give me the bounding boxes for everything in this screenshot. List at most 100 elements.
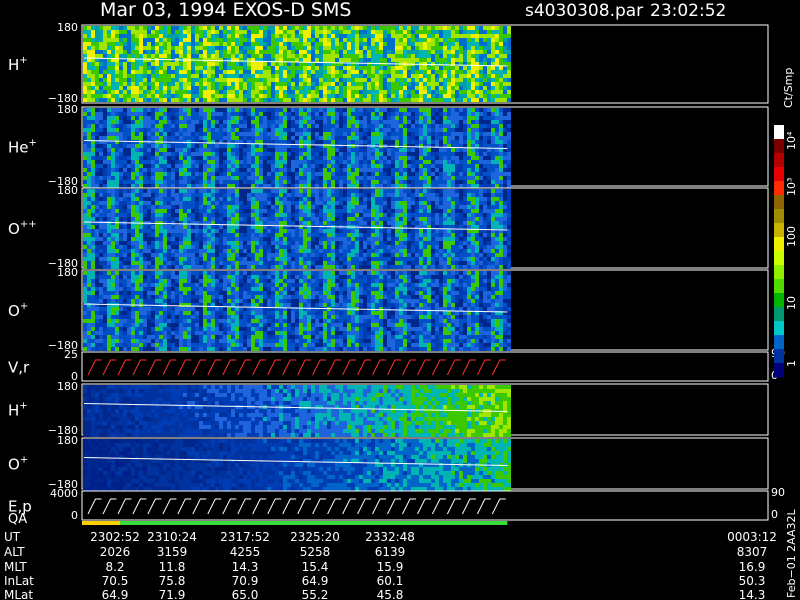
spectrogram-cell	[155, 136, 159, 140]
spectrogram-cell	[363, 54, 367, 58]
spectrogram-cell	[287, 30, 291, 34]
spectrogram-cell	[335, 74, 339, 78]
spectrogram-cell	[423, 26, 427, 30]
spectrogram-cell	[175, 237, 179, 241]
spectrogram-cell	[195, 70, 199, 74]
spectrogram-cell	[111, 217, 115, 221]
spectrogram-cell	[431, 82, 435, 86]
spectrogram-cell	[235, 42, 239, 46]
spectrogram-cell	[275, 116, 279, 120]
spectrogram-cell	[203, 128, 207, 132]
spectrogram-cell	[139, 124, 143, 128]
spectrogram-cell	[263, 74, 267, 78]
spectrogram-cell	[231, 86, 235, 90]
spectrogram-cell	[111, 78, 115, 82]
spectrogram-cell	[399, 132, 403, 136]
spectrogram-cell	[199, 30, 203, 34]
spectrogram-cell	[183, 112, 187, 116]
spectrogram-cell	[443, 140, 447, 144]
spectrogram-cell	[135, 74, 139, 78]
spectrogram-cell	[383, 90, 387, 94]
spectrogram-cell	[235, 136, 239, 140]
spectrogram-cell	[107, 201, 111, 205]
spectrogram-cell	[299, 58, 303, 62]
spectrogram-cell	[379, 86, 383, 90]
spectrogram-cell	[91, 237, 95, 241]
spectrogram-cell	[183, 62, 187, 66]
spectrogram-cell	[179, 116, 183, 120]
spectrogram-cell	[267, 144, 271, 148]
spectrogram-cell	[87, 217, 91, 221]
spectrogram-cell	[135, 46, 139, 50]
spectrogram-cell	[95, 112, 99, 116]
spectrogram-cell	[231, 66, 235, 70]
spectrogram-cell	[195, 50, 199, 54]
spectrogram-cell	[251, 46, 255, 50]
spectrogram-cell	[131, 209, 135, 213]
spectrogram-cell	[399, 164, 403, 168]
spectrogram-cell	[187, 136, 191, 140]
spectrogram-cell	[95, 30, 99, 34]
spectrogram-cell	[103, 70, 107, 74]
spectrogram-cell	[355, 78, 359, 82]
spectrogram-cell	[227, 42, 231, 46]
spectrogram-cell	[127, 112, 131, 116]
spectrogram-cell	[503, 82, 507, 86]
spectrogram-cell	[235, 90, 239, 94]
spectrogram-cell	[115, 54, 119, 58]
spectrogram-cell	[175, 128, 179, 132]
spectrogram-cell	[439, 128, 443, 132]
spectrogram-cell	[323, 66, 327, 70]
spectrogram-cell	[391, 98, 395, 102]
spectrogram-cell	[99, 70, 103, 74]
spectrogram-cell	[319, 58, 323, 62]
spectrogram-cell	[191, 213, 195, 217]
spectrogram-cell	[199, 189, 203, 193]
spectrogram-cell	[431, 124, 435, 128]
spectrogram-cell	[375, 34, 379, 38]
spectrogram-cell	[199, 164, 203, 168]
spectrogram-cell	[99, 66, 103, 70]
spectrogram-cell	[123, 148, 127, 152]
spectrogram-cell	[419, 184, 423, 188]
spectrogram-cell	[407, 120, 411, 124]
spectrogram-cell	[307, 70, 311, 74]
spectrogram-cell	[475, 34, 479, 38]
spectrogram-cell	[223, 164, 227, 168]
spectrogram-cell	[279, 160, 283, 164]
spectrogram-cell	[411, 156, 415, 160]
spectrogram-cell	[231, 225, 235, 229]
spectrogram-cell	[203, 94, 207, 98]
spectrogram-cell	[139, 34, 143, 38]
spectrogram-cell	[231, 213, 235, 217]
spectrogram-cell	[463, 58, 467, 62]
spectrogram-cell	[187, 128, 191, 132]
spectrogram-cell	[247, 136, 251, 140]
spectrogram-cell	[131, 176, 135, 180]
spectrogram-cell	[207, 164, 211, 168]
spectrogram-cell	[319, 176, 323, 180]
spectrogram-cell	[155, 66, 159, 70]
spectrogram-cell	[83, 197, 87, 201]
spectrogram-cell	[451, 112, 455, 116]
spectrogram-cell	[143, 42, 147, 46]
spectrogram-cell	[271, 50, 275, 54]
spectrogram-cell	[363, 136, 367, 140]
spectrogram-cell	[191, 38, 195, 42]
spectrogram-cell	[99, 213, 103, 217]
spectrogram-cell	[451, 74, 455, 78]
spectrogram-cell	[183, 34, 187, 38]
spectrogram-cell	[139, 152, 143, 156]
spectrogram-cell	[219, 136, 223, 140]
spectrogram-cell	[155, 78, 159, 82]
spectrogram-cell	[451, 58, 455, 62]
spectrogram-cell	[307, 120, 311, 124]
spectrogram-cell	[107, 184, 111, 188]
spectrogram-cell	[467, 50, 471, 54]
spectrogram-cell	[487, 94, 491, 98]
spectrogram-cell	[231, 94, 235, 98]
spectrogram-cell	[215, 205, 219, 209]
spectrogram-cell	[495, 30, 499, 34]
spectrogram-cell	[103, 168, 107, 172]
spectrogram-cell	[95, 265, 99, 269]
